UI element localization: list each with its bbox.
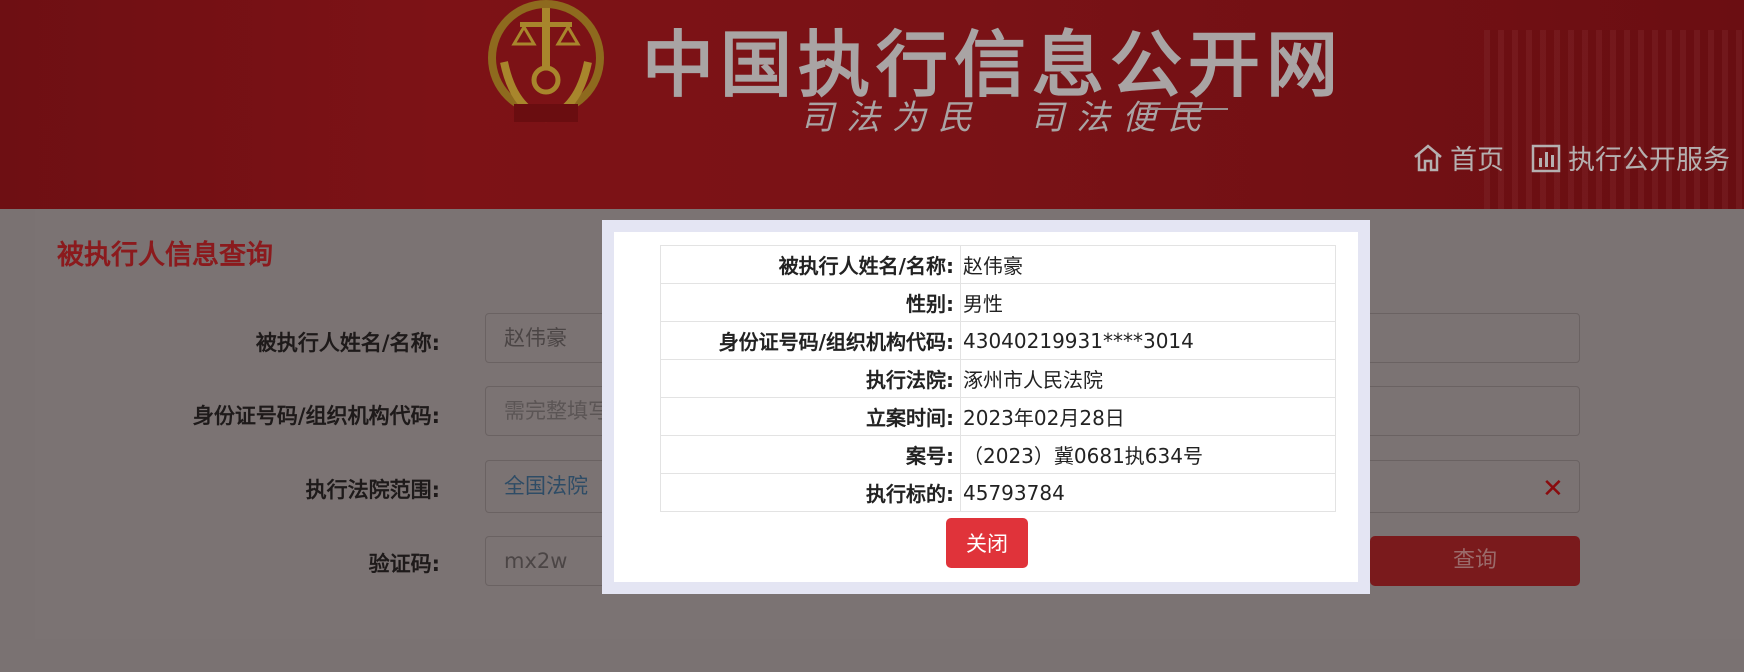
table-row: 执行标的: 45793784 [660, 473, 1336, 512]
table-row: 性别: 男性 [660, 283, 1336, 322]
result-modal: 被执行人姓名/名称: 赵伟豪 性别: 男性 身份证号码/组织机构代码: 4304… [602, 220, 1370, 594]
row-label: 被执行人姓名/名称: [660, 245, 961, 284]
row-value: （2023）冀0681执634号 [960, 435, 1336, 474]
row-label: 执行法院: [660, 359, 961, 398]
name-field-label: 被执行人姓名/名称: [255, 331, 440, 355]
row-value: 赵伟豪 [960, 245, 1336, 284]
site-header: 中国执行信息公开网 司法为民 司法便民 首页 执行公开服务 [0, 0, 1744, 209]
result-modal-body: 被执行人姓名/名称: 赵伟豪 性别: 男性 身份证号码/组织机构代码: 4304… [614, 232, 1358, 582]
home-icon [1414, 143, 1442, 171]
nav-service-label: 执行公开服务 [1568, 145, 1730, 176]
slogan-divider [1148, 108, 1228, 110]
nav-service-link[interactable]: 执行公开服务 [1530, 138, 1730, 177]
row-value: 男性 [960, 283, 1336, 322]
row-value: 涿州市人民法院 [960, 359, 1336, 398]
row-value: 43040219931****3014 [960, 321, 1336, 360]
id-field-label: 身份证号码/组织机构代码: [192, 404, 440, 428]
query-button[interactable]: 查询 [1370, 536, 1580, 586]
panel-title: 被执行人信息查询 [57, 240, 273, 271]
row-value: 45793784 [960, 473, 1336, 512]
table-row: 被执行人姓名/名称: 赵伟豪 [660, 245, 1336, 284]
row-label: 案号: [660, 435, 961, 474]
table-row: 立案时间: 2023年02月28日 [660, 397, 1336, 436]
nav-home-link[interactable]: 首页 [1412, 138, 1504, 177]
court-field-label: 执行法院范围: [305, 478, 440, 502]
site-slogan: 司法为民 司法便民 [800, 98, 1214, 138]
close-modal-button[interactable]: 关闭 [946, 518, 1028, 568]
close-icon[interactable]: ✕ [1542, 474, 1564, 504]
row-label: 执行标的: [660, 473, 961, 512]
court-emblem-icon [488, 0, 604, 123]
bar-chart-icon [1531, 144, 1561, 172]
table-row: 身份证号码/组织机构代码: 43040219931****3014 [660, 321, 1336, 360]
captcha-field-label: 验证码: [368, 552, 440, 576]
row-label: 立案时间: [660, 397, 961, 436]
row-label: 性别: [660, 283, 961, 322]
nav-home-label: 首页 [1450, 145, 1504, 176]
row-label: 身份证号码/组织机构代码: [660, 321, 961, 360]
row-value: 2023年02月28日 [960, 397, 1336, 436]
court-building-backdrop [1484, 30, 1744, 209]
result-table: 被执行人姓名/名称: 赵伟豪 性别: 男性 身份证号码/组织机构代码: 4304… [660, 245, 1336, 512]
table-row: 执行法院: 涿州市人民法院 [660, 359, 1336, 398]
table-row: 案号: （2023）冀0681执634号 [660, 435, 1336, 474]
